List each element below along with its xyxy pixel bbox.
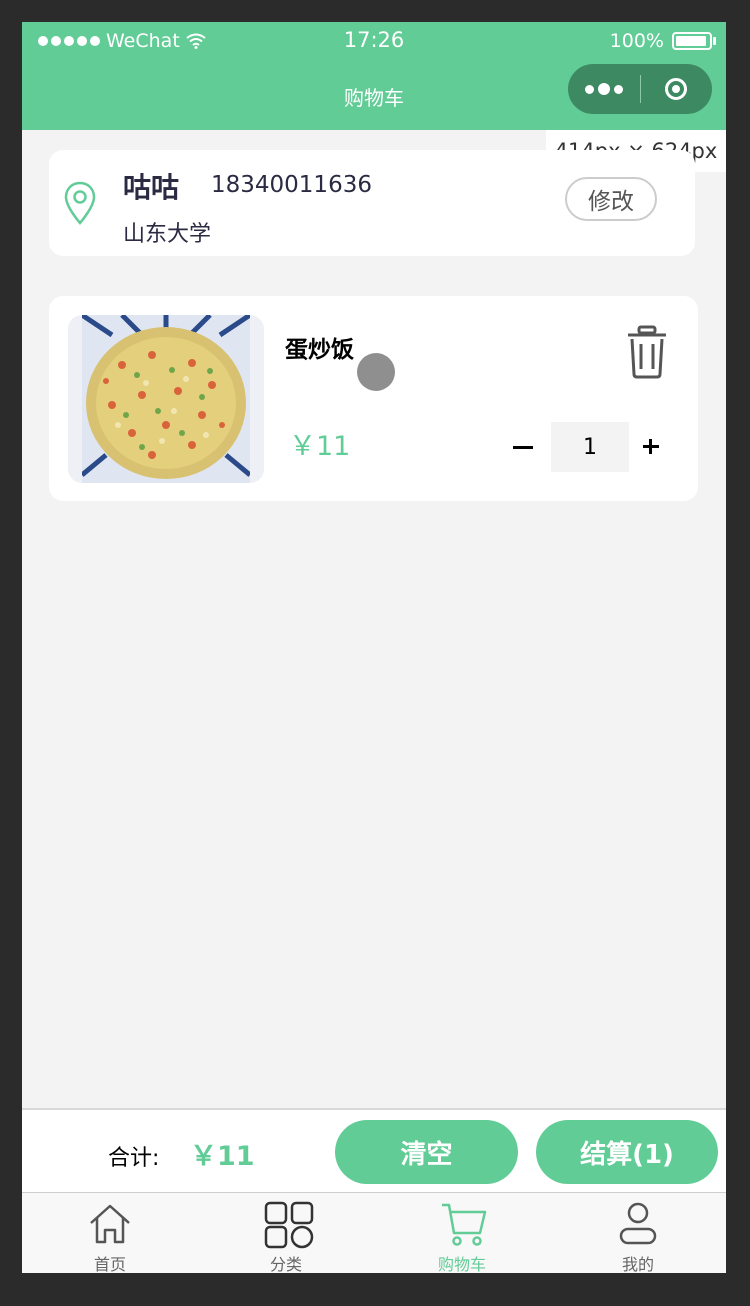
item-name: 蛋炒饭 bbox=[285, 337, 354, 363]
more-button[interactable] bbox=[568, 64, 640, 114]
item-price: ￥11 bbox=[289, 431, 351, 462]
total-label: 合计: bbox=[108, 1146, 160, 1171]
more-dots-icon bbox=[584, 84, 594, 94]
mini-program-capsule bbox=[568, 64, 712, 114]
tab-label: 我的 bbox=[621, 1255, 654, 1273]
tab-label: 分类 bbox=[269, 1255, 302, 1273]
battery-icon bbox=[672, 32, 716, 50]
recipient-phone: 18340011636 bbox=[211, 172, 372, 198]
edit-address-button[interactable]: 修改 bbox=[565, 177, 657, 221]
cart-item: 蛋炒饭 ￥11 1 bbox=[49, 296, 698, 501]
close-circle-icon bbox=[665, 78, 688, 100]
tab-cart[interactable]: 购物车 bbox=[402, 1199, 522, 1273]
total-value: ￥11 bbox=[190, 1141, 255, 1172]
quantity-value[interactable]: 1 bbox=[551, 422, 629, 472]
cart-icon bbox=[442, 1203, 487, 1246]
tab-bar: 首页 分类 购物车 我的 bbox=[22, 1192, 726, 1273]
tab-profile[interactable]: 我的 bbox=[578, 1199, 698, 1273]
clear-cart-button[interactable]: 清空 bbox=[335, 1120, 518, 1184]
category-icon bbox=[264, 1201, 314, 1249]
recipient-address: 山东大学 bbox=[123, 222, 212, 247]
item-image-frame bbox=[68, 315, 264, 483]
home-icon bbox=[90, 1204, 130, 1244]
address-card: 咕咕 18340011636 山东大学 修改 bbox=[49, 150, 695, 256]
top-bar: WeChat 17:26 100% 购物车 bbox=[22, 22, 726, 130]
checkout-button[interactable]: 结算(1) bbox=[536, 1120, 718, 1184]
fried-rice-image[interactable] bbox=[82, 315, 250, 483]
status-battery: 100% bbox=[609, 30, 716, 52]
user-icon bbox=[619, 1202, 657, 1245]
checkout-bar: 合计: ￥11 清空 结算(1) bbox=[22, 1108, 726, 1194]
tab-home[interactable]: 首页 bbox=[50, 1199, 170, 1273]
tab-label: 首页 bbox=[93, 1255, 126, 1273]
location-pin-icon bbox=[64, 181, 96, 225]
close-button[interactable] bbox=[641, 64, 713, 114]
battery-label: 100% bbox=[609, 30, 664, 52]
increase-quantity-button[interactable] bbox=[643, 437, 663, 457]
tab-label: 购物车 bbox=[437, 1255, 486, 1273]
decrease-quantity-button[interactable] bbox=[513, 446, 533, 449]
recipient-name: 咕咕 bbox=[123, 171, 180, 204]
trash-icon[interactable] bbox=[625, 324, 669, 380]
touch-indicator bbox=[357, 353, 395, 391]
tab-category[interactable]: 分类 bbox=[226, 1199, 346, 1273]
phone-screen: WeChat 17:26 100% 购物车 414px × 624px bbox=[22, 22, 726, 1273]
